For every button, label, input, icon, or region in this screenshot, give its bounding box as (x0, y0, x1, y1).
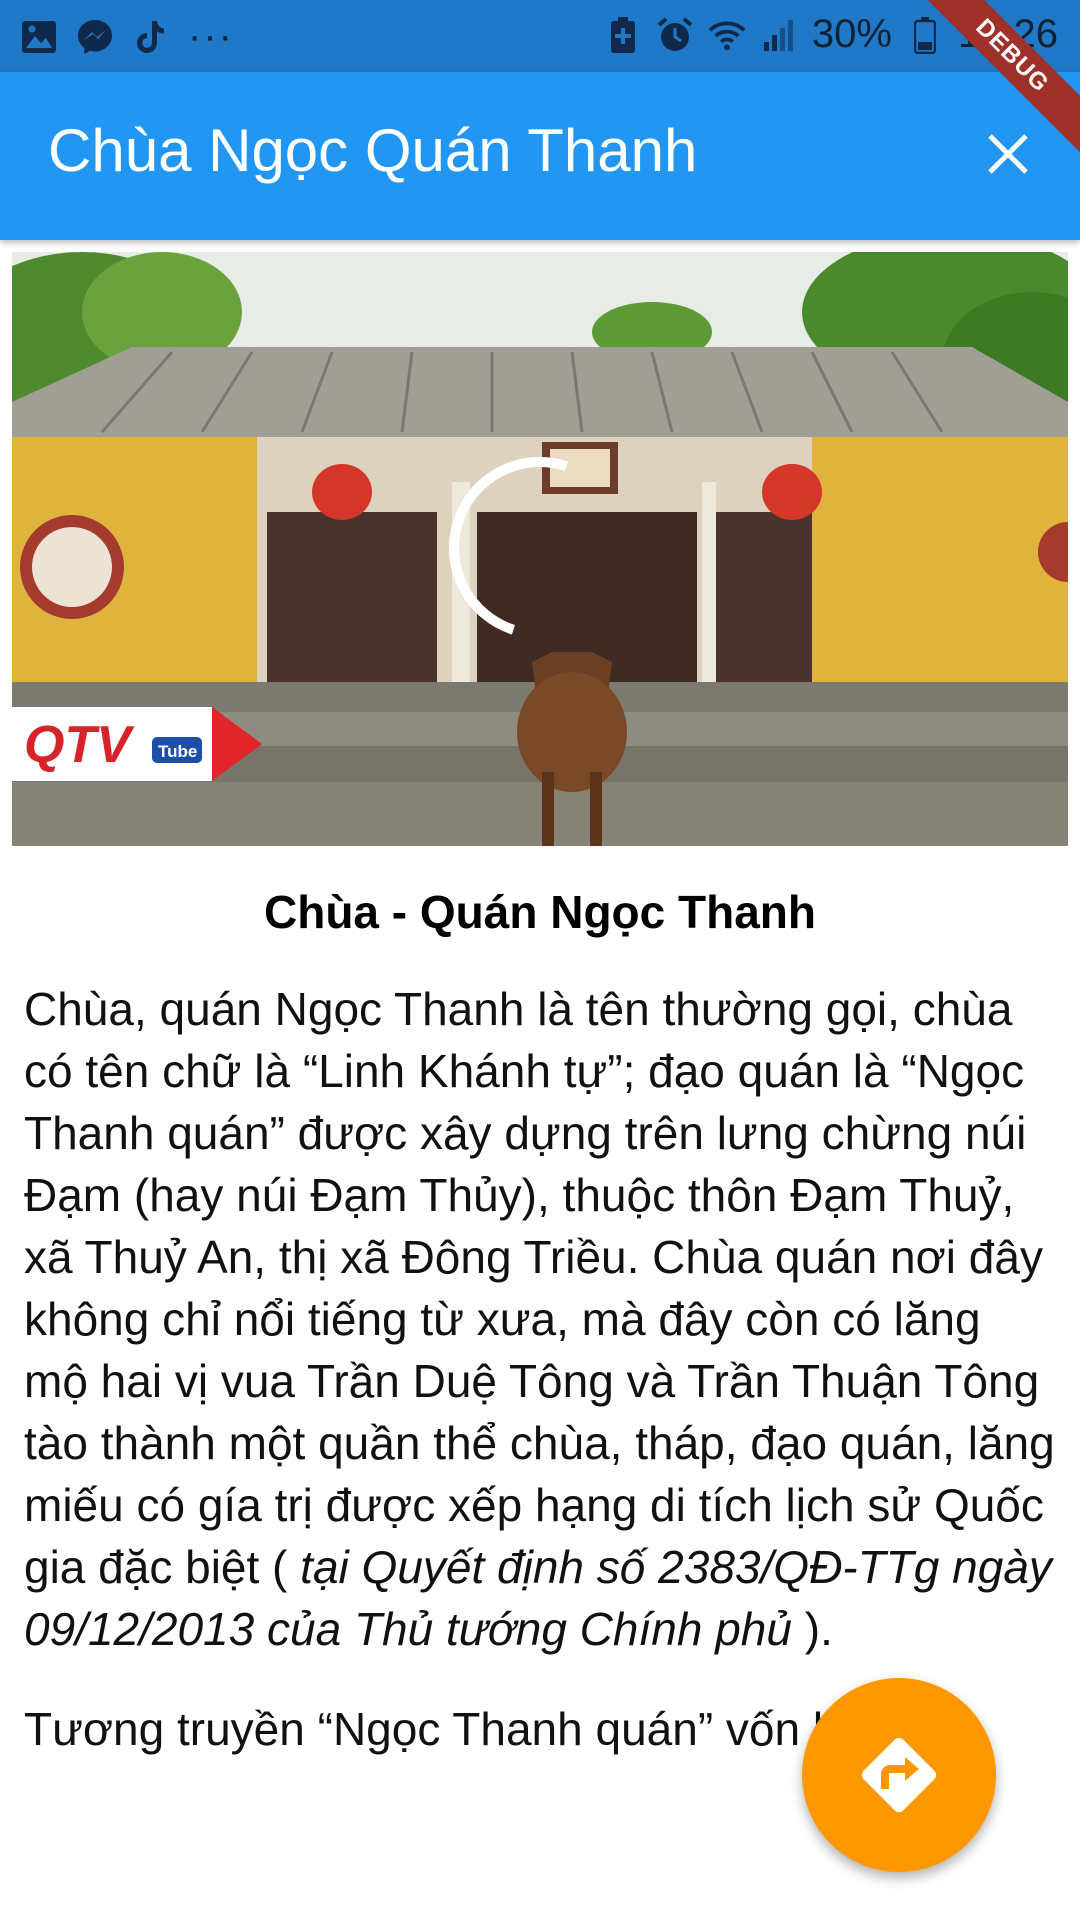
wifi-icon (708, 16, 746, 54)
battery-saver-icon (604, 16, 642, 54)
loading-spinner (449, 457, 569, 635)
paragraph-end: ). (791, 1603, 833, 1655)
app-bar: Chùa Ngọc Quán Thanh (0, 72, 1080, 240)
messenger-icon (76, 18, 114, 56)
directions-icon (861, 1737, 937, 1813)
battery-percent: 30% (811, 12, 892, 56)
svg-text:Tube: Tube (158, 742, 197, 761)
more-notifications-icon: ··· (188, 14, 234, 58)
page-title: Chùa Ngọc Quán Thanh (48, 117, 698, 184)
notification-icons: ··· (20, 14, 234, 59)
video-player[interactable]: QTV Tube (12, 252, 1068, 846)
tiktok-icon (132, 18, 170, 56)
alarm-icon (656, 16, 694, 54)
status-bar: ··· 30% 16:26 (0, 0, 1080, 72)
qtv-logo: QTV (24, 716, 135, 774)
article-paragraph: Chùa, quán Ngọc Thanh là tên thường gọi,… (24, 978, 1056, 1660)
article-heading: Chùa - Quán Ngọc Thanh (264, 886, 816, 938)
close-button[interactable] (976, 122, 1040, 186)
signal-icon (760, 16, 798, 54)
battery-icon (906, 16, 944, 54)
article: Chùa - Quán Ngọc Thanh Chùa, quán Ngọc T… (24, 876, 1056, 1798)
image-icon (20, 18, 58, 56)
close-icon (988, 134, 1028, 174)
directions-button[interactable] (802, 1678, 996, 1872)
paragraph-text: Chùa, quán Ngọc Thanh là tên thường gọi,… (24, 983, 1055, 1593)
